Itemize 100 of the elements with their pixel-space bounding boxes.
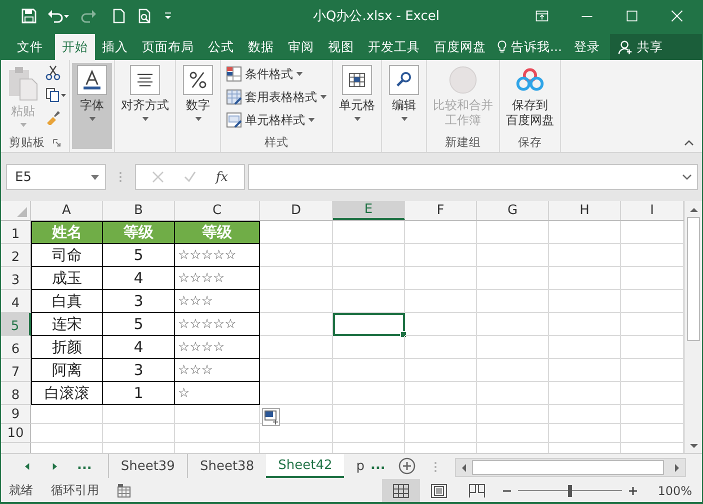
table-cell: ☆☆☆	[175, 359, 260, 382]
ribbon-tab[interactable]: 审阅	[281, 34, 321, 60]
editing-button[interactable]: 编辑	[384, 63, 424, 149]
column-header[interactable]: G	[477, 201, 549, 220]
ribbon-tab[interactable]: 数据	[241, 34, 281, 60]
zoom-in-icon[interactable]	[628, 486, 638, 496]
insert-function-button[interactable]: fx	[216, 170, 228, 184]
caret-icon	[296, 72, 303, 76]
table-format-icon	[226, 89, 242, 105]
zoom-slider[interactable]	[518, 484, 622, 498]
row-header[interactable]: 1	[1, 221, 31, 244]
column-header[interactable]: H	[549, 201, 621, 220]
empty-cell	[333, 424, 405, 443]
column-header[interactable]: A	[31, 201, 103, 220]
print-preview-icon[interactable]	[137, 8, 153, 24]
row-header[interactable]: 9	[1, 405, 31, 424]
copy-icon[interactable]	[45, 87, 67, 103]
drag-handle-icon[interactable]	[119, 171, 122, 183]
table-cell: 姓名	[31, 221, 103, 244]
scissors-icon[interactable]	[45, 65, 61, 81]
check-icon[interactable]	[184, 171, 196, 183]
quick-analysis-icon[interactable]	[262, 408, 280, 426]
expand-icon[interactable]	[682, 174, 692, 180]
column-header[interactable]: C	[175, 201, 260, 220]
table-cell: 司命	[31, 244, 103, 267]
ribbon-tab[interactable]: 百度网盘	[427, 34, 493, 60]
table-cell: 5	[103, 313, 175, 336]
empty-cell	[333, 244, 405, 267]
ribbon-display-icon[interactable]	[535, 8, 549, 22]
ribbon-tab[interactable]: 开始	[55, 34, 95, 60]
name-box[interactable]: E5	[6, 164, 106, 190]
zoom-level[interactable]: 100%	[658, 484, 692, 498]
scroll-up-icon[interactable]	[688, 205, 699, 215]
caret-icon	[91, 174, 99, 180]
row-header[interactable]: 5	[1, 313, 31, 336]
cells-icon	[342, 65, 372, 95]
vertical-scrollbar[interactable]	[684, 201, 702, 453]
customize-caret-icon[interactable]	[163, 10, 173, 20]
row-header[interactable]: 10	[1, 424, 31, 443]
sheet-tab[interactable]: Sheet42	[266, 454, 344, 478]
lightbulb-icon	[497, 40, 507, 54]
ribbon-tab[interactable]: 插入	[95, 34, 135, 60]
alignment-button[interactable]: 对齐方式	[117, 63, 173, 149]
style-menu-button[interactable]: 套用表格格式	[223, 86, 330, 108]
number-button[interactable]: 数字	[178, 63, 218, 149]
zoom-slider-thumb[interactable]	[568, 484, 572, 496]
share-button[interactable]: 共享	[610, 34, 702, 60]
sign-in-link[interactable]: 登录	[562, 34, 610, 60]
drag-handle-icon[interactable]	[434, 461, 438, 473]
dialog-launcher-icon[interactable]	[53, 138, 61, 146]
horizontal-scrollbar[interactable]	[455, 458, 686, 477]
row-header[interactable]: 8	[1, 382, 31, 405]
tell-me-search[interactable]: 告诉我...	[511, 38, 562, 56]
table-cell: 等级	[103, 221, 175, 244]
style-menu-button[interactable]: 条件格式	[223, 63, 330, 85]
add-sheet-icon[interactable]	[398, 457, 416, 475]
column-header[interactable]: E	[333, 201, 405, 220]
row-header[interactable]: 7	[1, 359, 31, 382]
table-cell: 4	[103, 267, 175, 290]
new-document-icon[interactable]	[111, 8, 127, 24]
more-sheets-button[interactable]: ...	[77, 458, 92, 473]
empty-cell	[477, 267, 549, 290]
ribbon-tab[interactable]: 开发工具	[361, 34, 427, 60]
undo-icon[interactable]	[47, 8, 69, 24]
font-button[interactable]: 字体	[72, 63, 112, 149]
row-header[interactable]: 3	[1, 267, 31, 290]
row-header[interactable]: 6	[1, 336, 31, 359]
row-header[interactable]: 4	[1, 290, 31, 313]
sheet-tab[interactable]: p	[344, 454, 367, 478]
style-menu-button[interactable]: 单元格样式	[223, 109, 330, 131]
ribbon-tab[interactable]: 公式	[201, 34, 241, 60]
column-header[interactable]: F	[405, 201, 477, 220]
caret-icon	[142, 117, 148, 121]
search-icon	[389, 65, 419, 95]
empty-cell	[333, 221, 405, 244]
person-add-icon	[618, 40, 633, 54]
format-painter-icon[interactable]	[45, 109, 61, 125]
cells-button[interactable]: 单元格	[335, 63, 379, 149]
status-text[interactable]: 循环引用	[51, 482, 99, 499]
formula-input[interactable]	[248, 164, 698, 190]
next-sheet-icon[interactable]	[52, 463, 57, 470]
scroll-right-icon[interactable]	[672, 462, 682, 472]
previous-sheet-icon[interactable]	[25, 463, 30, 470]
ribbon-tab[interactable]: 文件	[1, 34, 55, 60]
collapse-ribbon-icon[interactable]	[684, 140, 694, 146]
ribbon-tab[interactable]: 视图	[321, 34, 361, 60]
normal-view-button[interactable]	[382, 479, 420, 502]
row-header[interactable]: 2	[1, 244, 31, 267]
close-icon[interactable]	[670, 8, 684, 22]
caret-icon	[400, 117, 408, 121]
table-cell: ☆☆☆☆☆	[175, 313, 260, 336]
macro-record-icon[interactable]	[117, 484, 131, 498]
save-to-cloud-button[interactable]: 保存到 百度网盘	[502, 63, 558, 130]
more-sheets-button[interactable]: ...	[370, 458, 386, 473]
maximize-icon[interactable]	[625, 8, 639, 22]
ribbon-tab[interactable]: 页面布局	[135, 34, 201, 60]
save-icon[interactable]	[21, 8, 37, 24]
sheet-tab[interactable]: Sheet39	[108, 454, 187, 478]
column-header[interactable]: B	[103, 201, 175, 220]
scroll-down-icon[interactable]	[688, 441, 699, 451]
